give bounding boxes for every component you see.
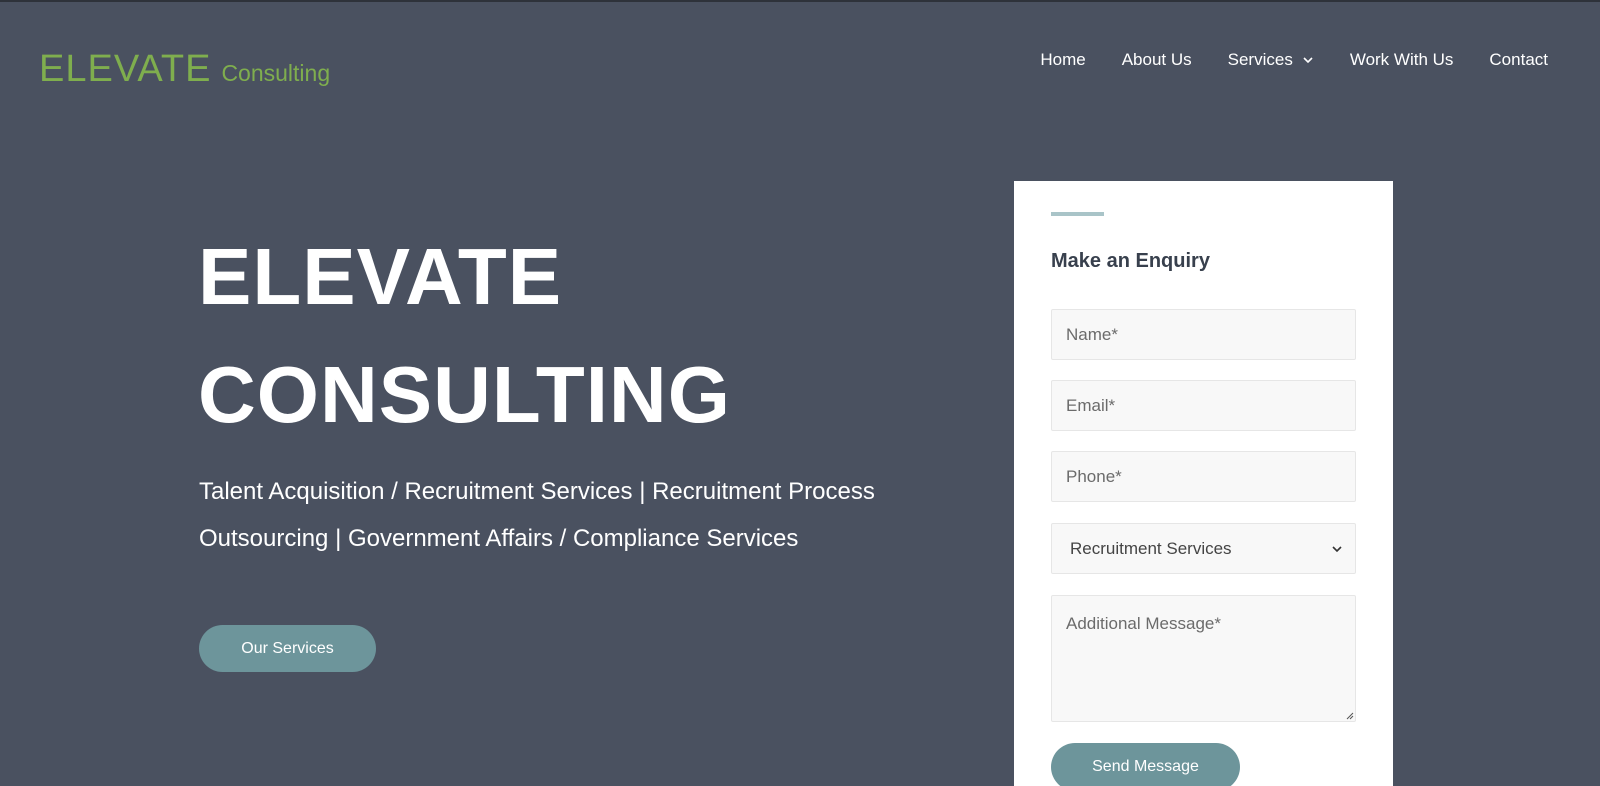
name-input[interactable] bbox=[1051, 309, 1356, 360]
service-select-value: Recruitment Services bbox=[1070, 538, 1232, 558]
hero-title-line1: ELEVATE bbox=[198, 232, 563, 321]
card-accent-bar bbox=[1051, 212, 1104, 216]
nav-work-with-us-label: Work With Us bbox=[1349, 50, 1454, 69]
hero-subtitle: Talent Acquisition / Recruitment Service… bbox=[199, 478, 875, 552]
hero-title: ELEVATE CONSULTING bbox=[198, 218, 731, 454]
main-nav: Home About Us Services Work With Us Cont… bbox=[1004, 50, 1548, 70]
phone-input[interactable] bbox=[1051, 451, 1356, 502]
send-message-button[interactable]: Send Message bbox=[1051, 743, 1240, 786]
message-textarea[interactable] bbox=[1051, 595, 1356, 722]
nav-contact[interactable]: Contact bbox=[1489, 50, 1548, 70]
nav-about-us-label: About Us bbox=[1121, 50, 1192, 69]
nav-services-label: Services bbox=[1227, 50, 1293, 69]
service-select[interactable]: Recruitment Services bbox=[1051, 523, 1356, 574]
nav-home-label: Home bbox=[1040, 50, 1086, 69]
our-services-button[interactable]: Our Services bbox=[199, 625, 376, 672]
logo-sub-text: Consulting bbox=[221, 60, 331, 86]
hero-title-line2: CONSULTING bbox=[198, 350, 731, 439]
nav-work-with-us[interactable]: Work With Us bbox=[1350, 50, 1454, 70]
nav-home[interactable]: Home bbox=[1040, 50, 1085, 70]
chevron-down-icon bbox=[1303, 57, 1313, 64]
nav-about-us[interactable]: About Us bbox=[1122, 50, 1192, 70]
nav-services[interactable]: Services bbox=[1228, 50, 1314, 70]
email-input[interactable] bbox=[1051, 380, 1356, 431]
page: ELEVATE Consulting Home About Us Service… bbox=[0, 0, 1600, 786]
chevron-down-icon bbox=[1332, 545, 1342, 552]
enquiry-form-card: Make an Enquiry Recruitment Services Sen… bbox=[1014, 181, 1393, 786]
logo[interactable]: ELEVATE Consulting bbox=[39, 48, 330, 91]
nav-contact-label: Contact bbox=[1489, 50, 1548, 69]
resize-grip-icon[interactable] bbox=[1344, 710, 1354, 720]
logo-main-text: ELEVATE bbox=[39, 48, 212, 90]
form-title: Make an Enquiry bbox=[1051, 250, 1210, 272]
